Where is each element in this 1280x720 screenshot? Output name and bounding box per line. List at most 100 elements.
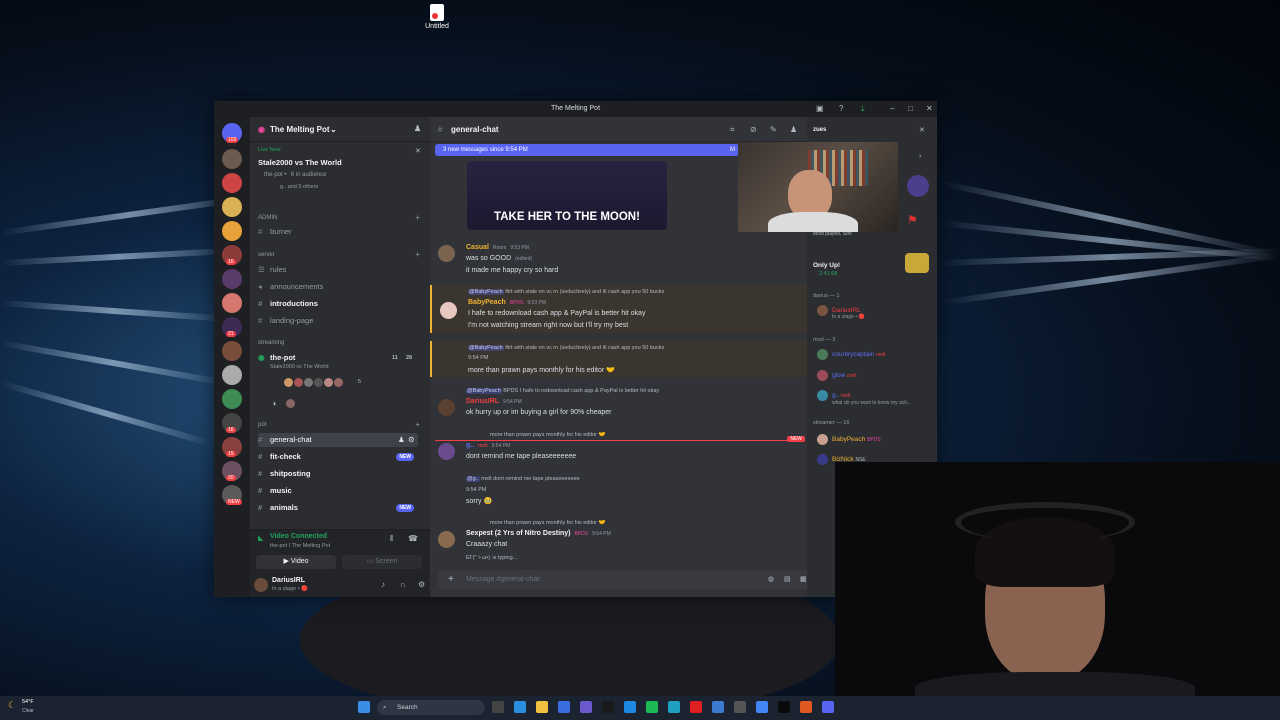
members-icon[interactable]: ♟ [790, 125, 797, 134]
reply-preview[interactable]: @BabyPeach flirt with stale on vc rn (se… [468, 289, 664, 295]
attach-plus-icon[interactable]: + [448, 570, 454, 589]
server-icon[interactable] [222, 173, 242, 193]
add-member-icon[interactable]: ♟ [414, 124, 421, 133]
add-channel-icon[interactable]: + [415, 213, 420, 222]
avatar[interactable] [438, 531, 455, 548]
maximize-icon[interactable]: □ [908, 104, 913, 113]
member-item[interactable]: BabyPeach BPDS [817, 434, 881, 445]
server-icon[interactable] [222, 149, 242, 169]
message-input[interactable]: Message #general-chat [466, 570, 539, 589]
message-author[interactable]: DariusIRL 9:54 PM [466, 398, 522, 405]
server-icon[interactable] [222, 221, 242, 241]
minimize-icon[interactable]: – [890, 104, 894, 113]
app-icon[interactable] [668, 701, 680, 713]
app-icon[interactable] [734, 701, 746, 713]
stage-channel[interactable]: ◉ the-pot 11 28 [258, 351, 418, 365]
mark-read[interactable]: M [730, 144, 735, 156]
reply-preview[interactable]: @BabyPeach BPDS I hafe to redownload cas… [466, 388, 659, 394]
message[interactable]: @g.. melt dont remind me tape pleaseeeee… [430, 473, 833, 511]
discord-icon[interactable] [822, 701, 834, 713]
close-icon[interactable]: ✕ [926, 104, 933, 113]
noise-suppression-icon[interactable]: ⦀ [390, 534, 394, 544]
message[interactable]: @BabyPeach flirt with stale on vc rn (se… [430, 285, 835, 333]
category-pot[interactable]: pot [258, 422, 266, 428]
voice-location[interactable]: the-pot / The Melting Pot [270, 543, 330, 549]
microphone-icon[interactable]: ♪ [381, 580, 385, 589]
server-icon[interactable] [222, 341, 242, 361]
message-composer[interactable]: + Message #general-chat ◍ ▤ ▦ [438, 570, 815, 589]
gear-icon[interactable]: ⚙ [408, 433, 415, 447]
server-icon[interactable] [222, 389, 242, 409]
reply-preview[interactable]: @g.. melt dont remind me tape pleaseeeee… [466, 476, 580, 482]
disconnect-icon[interactable]: ☎ [408, 534, 418, 543]
help-icon[interactable]: ? [839, 104, 843, 113]
screen-share-button[interactable]: ▭ Screen [342, 555, 422, 569]
server-icon[interactable] [222, 197, 242, 217]
gif-icon[interactable]: ▤ [784, 570, 791, 589]
task-view-icon[interactable] [492, 701, 504, 713]
bot-avatar[interactable] [907, 175, 929, 197]
app-icon[interactable] [624, 701, 636, 713]
edge-icon[interactable] [514, 701, 526, 713]
app-icon[interactable] [602, 701, 614, 713]
gift-icon[interactable]: ◍ [768, 570, 774, 589]
gear-icon[interactable]: ⚙ [418, 580, 425, 589]
message[interactable]: more than prawn pays monthly for his edi… [430, 517, 833, 565]
channel-general-chat[interactable]: # general-chat ♟ ⚙ [258, 433, 418, 447]
channel-burner[interactable]: # burner [258, 225, 418, 239]
threads-icon[interactable]: ⌗ [730, 125, 735, 135]
channel-announcements[interactable]: ◂ announcements [258, 280, 418, 294]
windows-start-icon[interactable] [358, 701, 370, 713]
channel-introductions[interactable]: # introductions [258, 297, 418, 311]
member-item[interactable]: glow melt [817, 370, 857, 381]
new-messages-bar[interactable]: 3 new messages since 9:54 PM M [435, 144, 739, 156]
channel-landing-page[interactable]: # landing-page [258, 314, 418, 328]
add-channel-icon[interactable]: + [415, 420, 420, 429]
desktop-file-icon[interactable]: Untitled [420, 4, 454, 30]
youtube-icon[interactable] [690, 701, 702, 713]
reply-preview[interactable]: more than prawn pays monthly for his edi… [490, 432, 605, 438]
terminal-icon[interactable] [778, 701, 790, 713]
message-author[interactable]: BabyPeach BPDS 9:53 PM [468, 299, 546, 306]
chevron-right-icon[interactable]: › [919, 153, 921, 160]
server-icon[interactable] [222, 269, 242, 289]
pin-icon[interactable]: ✎ [770, 125, 777, 134]
message-author[interactable]: Casual Room 9:53 PM [466, 244, 529, 251]
category-streaming[interactable]: streaming [258, 340, 284, 346]
avatar[interactable] [254, 578, 268, 592]
avatar[interactable] [438, 245, 455, 262]
message[interactable]: more than prawn pays monthly for his edi… [430, 429, 833, 467]
message[interactable]: @BabyPeach BPDS I hafe to redownload cas… [430, 385, 833, 423]
message[interactable]: @BabyPeach flirt with stale on vc rn (se… [430, 341, 835, 377]
sticker-icon[interactable]: ▦ [800, 570, 807, 589]
channel-fit-check[interactable]: # fit-check NEW [258, 450, 418, 464]
avatar[interactable] [440, 302, 457, 319]
app-icon[interactable] [712, 701, 724, 713]
server-icon[interactable] [222, 365, 242, 385]
video-button[interactable]: ▶ Video [256, 555, 336, 569]
file-explorer-icon[interactable] [536, 701, 548, 713]
message-author[interactable]: g.. melt 9:54 PM [466, 442, 510, 449]
category-admin[interactable]: ADMIN [258, 215, 277, 221]
mute-icon[interactable]: ⊘ [750, 125, 757, 134]
avatar[interactable] [438, 443, 455, 460]
channel-animals[interactable]: # animals NEW [258, 501, 418, 515]
teams-icon[interactable] [580, 701, 592, 713]
firefox-icon[interactable] [800, 701, 812, 713]
taskbar-search[interactable]: ⌕ Search [377, 700, 485, 715]
message[interactable]: Casual Room 9:53 PM was so GOOD (edited) it… [430, 241, 833, 283]
inbox-icon[interactable]: ▣ [816, 104, 824, 113]
add-channel-icon[interactable]: + [415, 250, 420, 259]
reply-preview[interactable]: @BabyPeach flirt with stale on vc rn (se… [468, 345, 664, 351]
store-icon[interactable] [558, 701, 570, 713]
mention[interactable]: @BabyPeach [466, 388, 502, 394]
category-server[interactable]: server [258, 252, 275, 258]
spotify-icon[interactable] [646, 701, 658, 713]
chrome-icon[interactable] [756, 701, 768, 713]
channel-rules[interactable]: ☰ rules [258, 263, 418, 277]
member-item[interactable]: countrycaptain melt [817, 349, 886, 360]
server-header[interactable]: ◉ The Melting Pot ⌄ ♟ [250, 117, 430, 142]
server-icon[interactable] [222, 293, 242, 313]
headphones-icon[interactable]: ∩ [400, 580, 406, 589]
avatar[interactable] [438, 399, 455, 416]
